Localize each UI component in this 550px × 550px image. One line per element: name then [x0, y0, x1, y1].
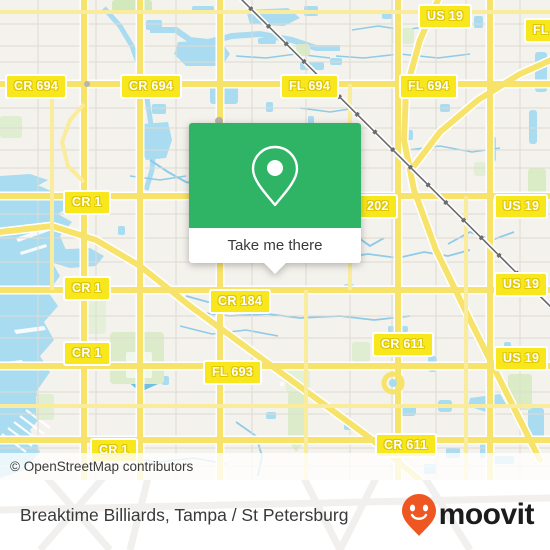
road-shield: CR 1 — [63, 341, 111, 366]
location-pin-icon — [251, 145, 299, 206]
moovit-logo[interactable]: moovit — [401, 493, 535, 537]
road-shield: US 19 — [418, 4, 473, 29]
road-shield: US 19 — [494, 272, 549, 297]
road-shield: FL 693 — [203, 360, 263, 385]
road-shield: FL 694 — [399, 74, 459, 99]
moovit-smiley-pin-icon — [401, 494, 436, 536]
moovit-map-screenshot: CR 694 CR 694 FL 694 FL 694 US 19 FL 69 … — [0, 0, 550, 550]
road-shield: CR 694 — [120, 74, 183, 99]
moovit-wordmark: moovit — [438, 498, 535, 531]
road-shield: 202 — [358, 194, 398, 219]
map-canvas[interactable]: CR 694 CR 694 FL 694 FL 694 US 19 FL 69 … — [0, 0, 550, 480]
road-shield: CR 1 — [63, 276, 111, 301]
road-shield: FL 69 — [524, 18, 550, 43]
footer-bar: Breaktime Billiards, Tampa / St Petersbu… — [0, 480, 550, 550]
road-shield: FL 694 — [280, 74, 340, 99]
road-shield: CR 611 — [372, 332, 434, 357]
take-me-there-button[interactable]: Take me there — [189, 228, 361, 263]
osm-attribution[interactable]: © OpenStreetMap contributors — [0, 453, 550, 480]
popup-pointer-tail — [264, 263, 286, 274]
road-shield: US 19 — [494, 346, 549, 371]
take-me-there-label: Take me there — [227, 237, 323, 254]
take-me-there-popup[interactable]: Take me there — [189, 123, 361, 274]
road-shield: CR 184 — [209, 289, 272, 314]
road-shield: US 19 — [494, 194, 549, 219]
place-title: Breaktime Billiards, Tampa / St Petersbu… — [20, 504, 349, 525]
road-shield: CR 1 — [63, 190, 111, 215]
popup-image-area — [189, 123, 361, 228]
road-shield: CR 694 — [5, 74, 68, 99]
